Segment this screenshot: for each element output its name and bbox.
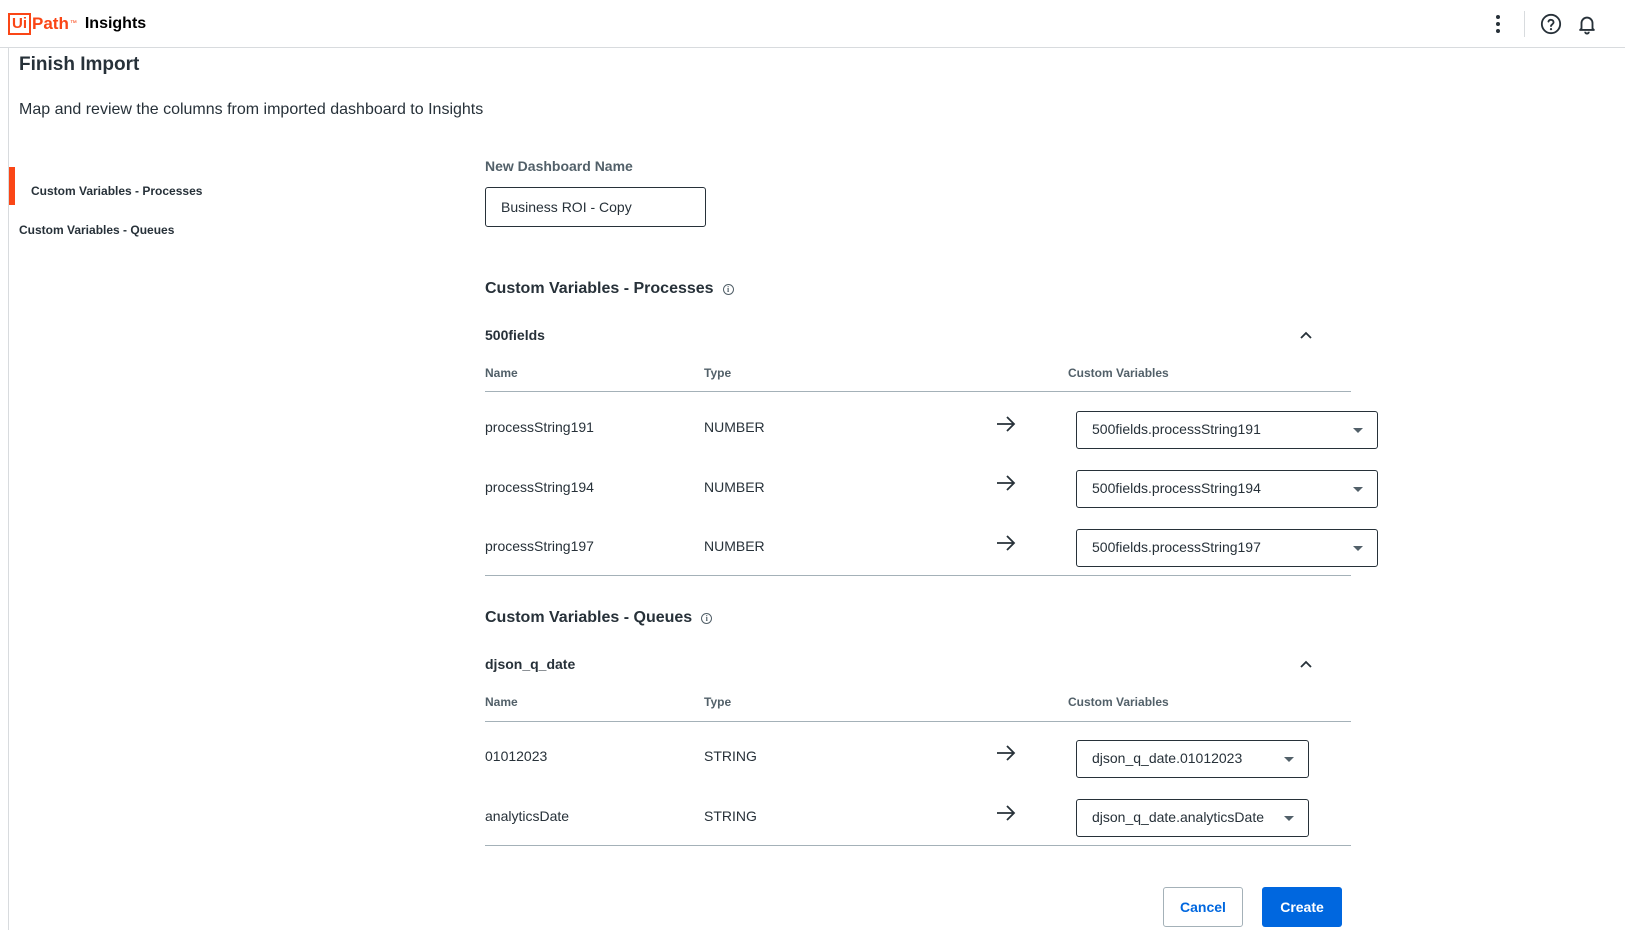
row-type: NUMBER — [704, 419, 765, 435]
chevron-up-icon[interactable] — [1299, 328, 1313, 342]
caret-down-icon — [1353, 428, 1363, 433]
sidenav-item-queues[interactable]: Custom Variables - Queues — [19, 223, 174, 237]
row-name: processString191 — [485, 419, 594, 435]
row-name: processString197 — [485, 538, 594, 554]
row-name: analyticsDate — [485, 808, 570, 824]
group-name-500fields: 500fields — [485, 327, 545, 343]
custom-variable-select[interactable]: 500fields.processString194 — [1076, 470, 1378, 508]
sidenav-active-indicator — [9, 167, 15, 205]
table-divider — [485, 575, 1351, 576]
custom-variable-select[interactable]: djson_q_date.analyticsDate — [1076, 799, 1309, 837]
uipath-insights-logo[interactable]: Ui Path ™ Insights — [8, 13, 146, 35]
info-icon[interactable]: i — [701, 612, 713, 624]
col-header-type: Type — [704, 695, 732, 709]
help-icon[interactable] — [1533, 6, 1569, 42]
more-vertical-icon[interactable] — [1480, 6, 1516, 42]
logo-path-text: Path — [32, 14, 69, 33]
table-divider — [485, 721, 1351, 722]
row-name: 01012023 — [485, 748, 548, 764]
cancel-button[interactable]: Cancel — [1163, 887, 1243, 927]
arrow-right-icon — [997, 745, 1016, 761]
logo-ui-box: Ui — [8, 13, 31, 35]
section-title-queues: Custom Variables - Queues i — [485, 609, 713, 627]
row-type: STRING — [704, 748, 757, 764]
col-header-type: Type — [704, 366, 732, 380]
caret-down-icon — [1353, 546, 1363, 551]
custom-variable-select[interactable]: djson_q_date.01012023 — [1076, 740, 1309, 778]
custom-variable-select[interactable]: 500fields.processString197 — [1076, 529, 1378, 567]
product-name: Insights — [84, 15, 147, 32]
select-value: djson_q_date.analyticsDate — [1092, 809, 1265, 825]
col-header-name: Name — [485, 695, 518, 709]
dashboard-name-label: New Dashboard Name — [485, 158, 633, 174]
caret-down-icon — [1284, 816, 1294, 821]
header-divider — [1524, 11, 1525, 37]
table-divider — [485, 391, 1351, 392]
row-type: NUMBER — [704, 479, 765, 495]
page-title: Finish Import — [19, 54, 140, 75]
col-header-custom-variables: Custom Variables — [1068, 366, 1169, 380]
info-icon[interactable]: i — [722, 283, 734, 295]
custom-variable-select[interactable]: 500fields.processString191 — [1076, 411, 1378, 449]
section-title-queues-text: Custom Variables - Queues — [485, 609, 693, 626]
section-title-processes: Custom Variables - Processes i — [485, 280, 734, 298]
row-type: STRING — [704, 808, 757, 824]
top-bar: Ui Path ™ Insights — [0, 0, 1625, 48]
arrow-right-icon — [997, 416, 1016, 432]
header-actions — [1480, 0, 1625, 48]
caret-down-icon — [1353, 487, 1363, 492]
chevron-up-icon[interactable] — [1299, 657, 1313, 671]
arrow-right-icon — [997, 535, 1016, 551]
arrow-right-icon — [997, 805, 1016, 821]
table-divider — [485, 845, 1351, 846]
select-value: 500fields.processString194 — [1092, 480, 1261, 496]
col-header-custom-variables: Custom Variables — [1068, 695, 1169, 709]
sidenav-item-processes[interactable]: Custom Variables - Processes — [31, 184, 202, 198]
select-value: djson_q_date.01012023 — [1092, 750, 1243, 766]
col-header-name: Name — [485, 366, 518, 380]
caret-down-icon — [1284, 757, 1294, 762]
select-value: 500fields.processString197 — [1092, 539, 1261, 555]
group-name-djson-q-date: djson_q_date — [485, 656, 576, 672]
row-name: processString194 — [485, 479, 594, 495]
bell-icon[interactable] — [1569, 6, 1605, 42]
page-subtitle: Map and review the columns from imported… — [19, 101, 484, 118]
section-title-processes-text: Custom Variables - Processes — [485, 280, 714, 297]
select-value: 500fields.processString191 — [1092, 421, 1261, 437]
logo-trademark: ™ — [69, 20, 77, 27]
create-button[interactable]: Create — [1262, 887, 1342, 927]
arrow-right-icon — [997, 475, 1016, 491]
dashboard-name-input[interactable] — [485, 187, 706, 227]
row-type: NUMBER — [704, 538, 765, 554]
